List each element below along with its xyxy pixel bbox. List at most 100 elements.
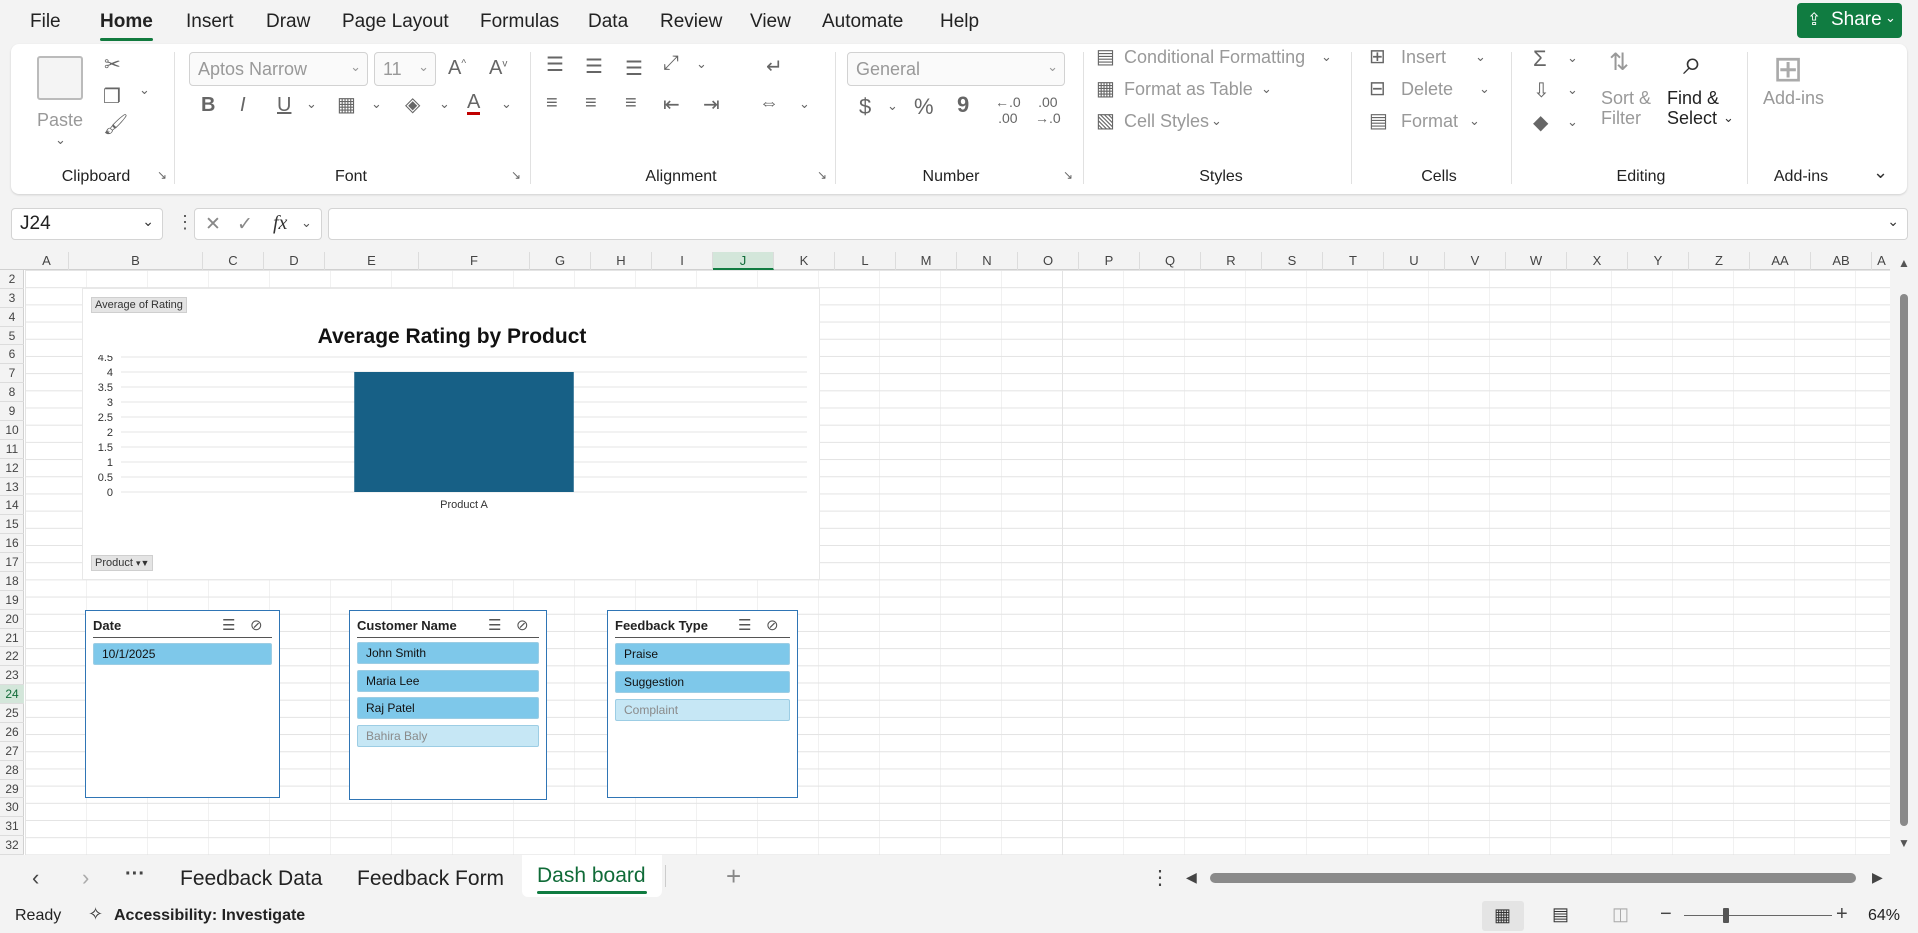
menu-automate[interactable]: Automate — [822, 11, 903, 33]
row-header[interactable]: 28 — [0, 761, 24, 780]
format-cells-button[interactable]: Format — [1401, 111, 1458, 132]
row-header[interactable]: 2 — [0, 270, 24, 289]
row-header[interactable]: 15 — [0, 515, 24, 535]
row-header[interactable]: 27 — [0, 742, 24, 761]
font-color-icon[interactable]: A — [467, 92, 481, 115]
clear-filter-icon[interactable]: ⊘ — [250, 616, 263, 634]
chevron-right-icon[interactable]: › — [82, 865, 89, 891]
clear-filter-icon[interactable]: ⊘ — [516, 616, 529, 634]
sheet-tab[interactable]: Feedback Form — [357, 867, 504, 891]
zoom-level[interactable]: 64% — [1868, 907, 1900, 925]
decrease-indent-icon[interactable]: ⇤ — [663, 92, 680, 117]
insert-cells-button[interactable]: Insert — [1401, 47, 1446, 68]
zoom-slider-thumb[interactable] — [1723, 908, 1729, 923]
italic-icon[interactable]: I — [240, 94, 246, 117]
collapse-ribbon-icon[interactable]: ⌄ — [1873, 162, 1888, 183]
row-header[interactable]: 9 — [0, 402, 24, 421]
column-header[interactable]: W — [1506, 252, 1567, 270]
slicer-item[interactable]: Maria Lee — [357, 670, 539, 692]
align-top-icon[interactable]: ☰ — [546, 52, 564, 77]
underline-icon[interactable]: U — [277, 94, 291, 117]
align-middle-icon[interactable]: ☰ — [585, 54, 603, 79]
cell-styles-icon[interactable]: ▧ — [1096, 108, 1115, 133]
menu-formulas[interactable]: Formulas — [480, 11, 559, 33]
pivot-chart[interactable]: Average of Rating Average Rating by Prod… — [82, 288, 820, 580]
row-header[interactable]: 30 — [0, 798, 24, 818]
chevron-down-icon[interactable]: ⌄ — [371, 96, 382, 112]
conditional-formatting-icon[interactable]: ▤ — [1096, 44, 1115, 69]
row-header[interactable]: 18 — [0, 572, 24, 591]
insert-function-icon[interactable]: fx — [273, 212, 287, 235]
decrease-font-size-icon[interactable]: Av — [489, 57, 507, 80]
horizontal-scroll-thumb[interactable] — [1210, 873, 1856, 883]
column-header[interactable]: T — [1323, 252, 1384, 270]
row-header[interactable]: 5 — [0, 327, 24, 346]
more-sheets-icon[interactable]: ··· — [125, 863, 145, 886]
column-header[interactable]: K — [774, 252, 835, 270]
column-header[interactable]: H — [591, 252, 652, 270]
scroll-left-icon[interactable]: ◀ — [1186, 869, 1197, 886]
share-button[interactable]: ⇪ Share ⌄ — [1797, 3, 1902, 38]
zoom-in-icon[interactable]: + — [1836, 903, 1848, 926]
multi-select-icon[interactable]: ☰ — [488, 616, 501, 634]
number-format-dropdown[interactable]: General ⌄ — [847, 52, 1065, 86]
chevron-down-icon[interactable]: ⌄ — [501, 96, 512, 112]
row-header[interactable]: 23 — [0, 666, 24, 686]
row-header[interactable]: 16 — [0, 534, 24, 554]
normal-view-button[interactable]: ▦ — [1482, 901, 1524, 931]
column-header[interactable]: AA — [1750, 252, 1811, 270]
copy-icon[interactable]: ❐ — [103, 84, 121, 109]
scroll-up-icon[interactable]: ▲ — [1898, 256, 1910, 270]
row-header[interactable]: 8 — [0, 383, 24, 403]
paste-label[interactable]: Paste — [37, 110, 83, 131]
sort-filter-label-2[interactable]: Filter — [1601, 108, 1641, 129]
chevron-down-icon[interactable]: ⌄ — [1321, 49, 1332, 65]
dialog-launcher-icon[interactable]: ↘ — [1063, 168, 1073, 182]
value-field-button[interactable]: Average of Rating — [91, 297, 187, 313]
align-left-icon[interactable]: ≡ — [546, 92, 558, 115]
sheet-tab[interactable]: Feedback Data — [180, 867, 322, 891]
chevron-left-icon[interactable]: ‹ — [32, 865, 39, 891]
delete-cells-icon[interactable]: ⊟ — [1369, 76, 1386, 101]
menu-file[interactable]: File — [30, 11, 61, 33]
page-break-view-icon[interactable]: ◫ — [1612, 904, 1629, 925]
column-header[interactable]: Q — [1140, 252, 1201, 270]
slicer-item[interactable]: 10/1/2025 — [93, 643, 272, 665]
column-header[interactable]: D — [264, 252, 325, 270]
align-center-icon[interactable]: ≡ — [585, 92, 597, 115]
row-header[interactable]: 21 — [0, 629, 24, 648]
row-header[interactable]: 25 — [0, 704, 24, 723]
format-as-table-button[interactable]: Format as Table — [1124, 79, 1253, 100]
row-header[interactable]: 13 — [0, 478, 24, 497]
chevron-down-icon[interactable]: ⌄ — [1567, 50, 1578, 66]
slicer-item[interactable]: Praise — [615, 643, 790, 665]
dialog-launcher-icon[interactable]: ↘ — [511, 168, 521, 182]
chart-bar[interactable] — [354, 372, 574, 492]
column-header[interactable]: N — [957, 252, 1018, 270]
row-header[interactable]: 6 — [0, 345, 24, 365]
menu-review[interactable]: Review — [660, 11, 722, 33]
multi-select-icon[interactable]: ☰ — [738, 616, 751, 634]
dialog-launcher-icon[interactable]: ↘ — [817, 168, 827, 182]
increase-font-size-icon[interactable]: A^ — [448, 57, 466, 80]
slicer-item[interactable]: Bahira Baly — [357, 725, 539, 747]
column-header[interactable]: P — [1079, 252, 1140, 270]
row-header[interactable]: 12 — [0, 459, 24, 478]
column-header[interactable]: AB — [1811, 252, 1872, 270]
add-sheet-icon[interactable]: + — [726, 861, 741, 892]
column-header[interactable]: R — [1201, 252, 1262, 270]
row-header[interactable]: 32 — [0, 836, 24, 855]
menu-draw[interactable]: Draw — [266, 11, 310, 33]
chevron-down-icon[interactable]: ⌄ — [696, 56, 707, 72]
currency-icon[interactable]: $ — [859, 94, 871, 120]
enter-icon[interactable]: ✓ — [237, 213, 253, 236]
column-header[interactable]: B — [69, 252, 203, 270]
accessibility-icon[interactable]: ✧ — [88, 904, 103, 925]
cancel-icon[interactable]: ✕ — [205, 213, 221, 236]
paste-icon[interactable] — [37, 56, 83, 100]
chevron-down-icon[interactable]: ⌄ — [439, 96, 450, 112]
format-as-table-icon[interactable]: ▦ — [1096, 76, 1115, 101]
expand-formula-icon[interactable]: ⌄ — [1887, 213, 1899, 230]
row-header[interactable]: 26 — [0, 723, 24, 742]
cut-icon[interactable]: ✂ — [104, 52, 121, 77]
